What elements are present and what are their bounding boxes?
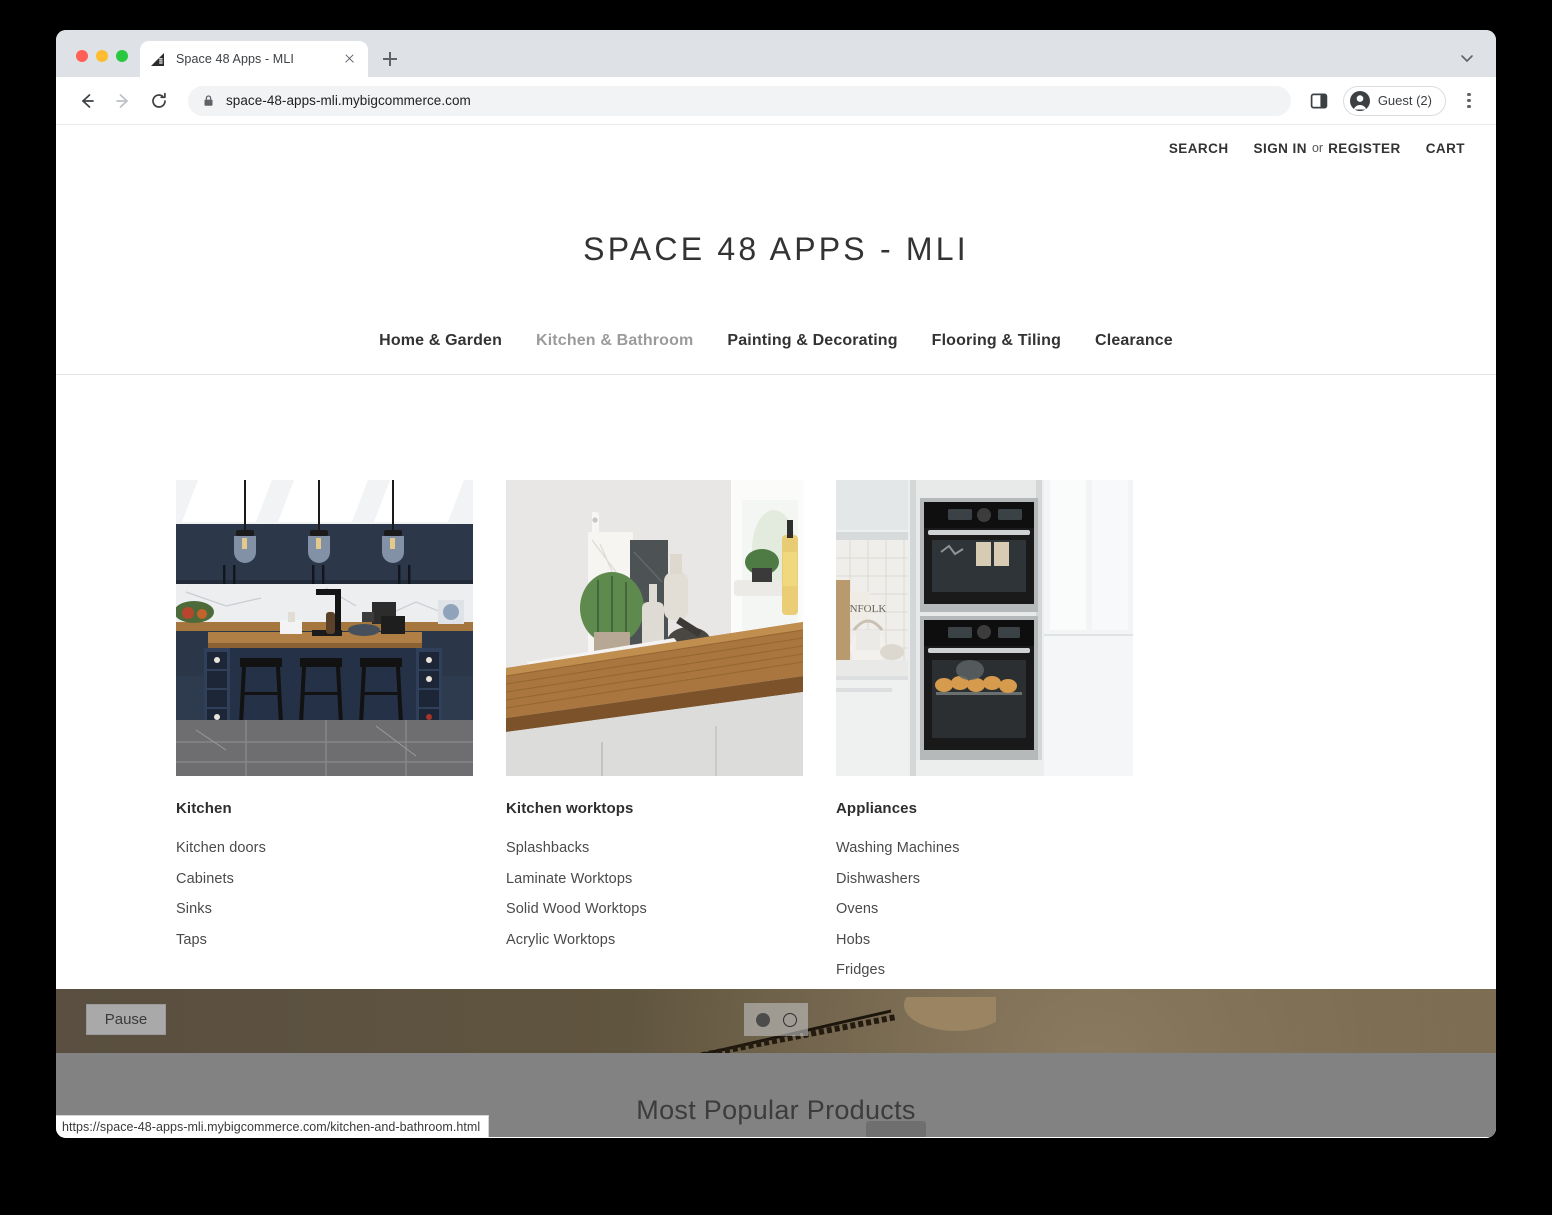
tab-title: Space 48 Apps - MLI	[176, 52, 294, 66]
mega-link-ovens[interactable]: Ovens	[836, 901, 1166, 917]
reload-button[interactable]	[144, 86, 174, 116]
store-title: SPACE 48 APPS - MLI	[583, 231, 969, 267]
maximize-window-button[interactable]	[116, 50, 128, 62]
page-viewport: Pause Most Popular Products SEARCH SIGN …	[56, 125, 1496, 1137]
mega-link-dishwashers[interactable]: Dishwashers	[836, 871, 1166, 887]
mega-column-heading: Kitchen	[176, 800, 232, 817]
avatar	[1349, 90, 1371, 112]
kitchen-interior-photo[interactable]	[176, 480, 473, 776]
store-logo[interactable]: SPACE 48 APPS - MLI	[56, 171, 1496, 286]
mega-link-cabinets[interactable]: Cabinets	[176, 871, 506, 887]
mega-link-solid-wood-worktops[interactable]: Solid Wood Worktops	[506, 901, 836, 917]
wooden-worktop-photo[interactable]	[506, 480, 803, 776]
register-link[interactable]: REGISTER	[1328, 141, 1401, 156]
side-panel-icon[interactable]	[1305, 87, 1333, 115]
mega-link-hobs[interactable]: Hobs	[836, 932, 1166, 948]
close-tab-icon[interactable]	[340, 50, 358, 68]
profile-chip[interactable]: Guest (2)	[1342, 85, 1446, 116]
forward-button[interactable]	[108, 86, 138, 116]
status-bar-link-preview: https://space-48-apps-mli.mybigcommerce.…	[56, 1115, 490, 1137]
mega-link-sinks[interactable]: Sinks	[176, 901, 506, 917]
close-window-button[interactable]	[76, 50, 88, 62]
carousel-pause-label: Pause	[104, 1011, 148, 1028]
nav-item-flooring-and-tiling[interactable]: Flooring & Tiling	[915, 332, 1078, 350]
browser-toolbar: space-48-apps-mli.mybigcommerce.com Gues…	[56, 77, 1496, 125]
cart-link[interactable]: CART	[1426, 141, 1465, 156]
mega-column-links: Kitchen doors Cabinets Sinks Taps	[176, 840, 506, 948]
carousel-knife-graphic	[697, 997, 996, 1053]
mega-menu-dropdown: Kitchen Kitchen doors Cabinets Sinks Tap…	[56, 452, 1496, 989]
mega-menu-column-kitchen: Kitchen Kitchen doors Cabinets Sinks Tap…	[176, 480, 506, 993]
browser-tab[interactable]: Space 48 Apps - MLI	[140, 41, 368, 77]
mega-menu-column-kitchen-worktops: Kitchen worktops Splashbacks Laminate Wo…	[506, 480, 836, 993]
nav-item-kitchen-and-bathroom[interactable]: Kitchen & Bathroom	[519, 332, 710, 350]
carousel-dots	[744, 1003, 808, 1036]
mega-column-links: Splashbacks Laminate Worktops Solid Wood…	[506, 840, 836, 948]
nav-item-clearance[interactable]: Clearance	[1078, 332, 1190, 350]
chevron-down-icon[interactable]	[1456, 47, 1478, 69]
carousel-dot-1[interactable]	[755, 1012, 770, 1027]
status-bar-url: https://space-48-apps-mli.mybigcommerce.…	[62, 1119, 481, 1134]
mega-column-heading: Appliances	[836, 800, 918, 817]
minimize-window-button[interactable]	[96, 50, 108, 62]
built-in-ovens-photo[interactable]: KINFOLK	[836, 480, 1133, 776]
search-link[interactable]: SEARCH	[1169, 141, 1229, 156]
mega-column-heading: Kitchen worktops	[506, 800, 634, 817]
mega-link-splashbacks[interactable]: Splashbacks	[506, 840, 836, 856]
site-header: SEARCH SIGN IN or REGISTER CART SPACE 48…	[56, 125, 1496, 375]
utility-nav: SEARCH SIGN IN or REGISTER CART	[56, 125, 1496, 171]
nav-item-painting-and-decorating[interactable]: Painting & Decorating	[710, 332, 914, 350]
carousel-dot-2[interactable]	[782, 1012, 797, 1027]
nav-item-home-and-garden[interactable]: Home & Garden	[362, 332, 519, 350]
main-navigation: Home & Garden Kitchen & Bathroom Paintin…	[56, 286, 1496, 375]
hero-carousel: Pause	[56, 989, 1496, 1053]
address-bar[interactable]: space-48-apps-mli.mybigcommerce.com	[188, 85, 1291, 116]
mega-menu-column-appliances: KINFOLK Appliances Washing Machines Dish…	[836, 480, 1166, 993]
new-tab-button[interactable]	[376, 45, 404, 73]
carousel-pause-button[interactable]: Pause	[86, 1004, 166, 1035]
browser-window: Space 48 Apps - MLI space-48-apps-mli.my…	[56, 30, 1496, 1138]
mega-link-laminate-worktops[interactable]: Laminate Worktops	[506, 871, 836, 887]
tab-strip: Space 48 Apps - MLI	[56, 30, 1496, 77]
lock-icon	[202, 94, 215, 107]
mega-link-washing-machines[interactable]: Washing Machines	[836, 840, 1166, 856]
browser-menu-icon[interactable]	[1456, 87, 1482, 115]
mega-column-links: Washing Machines Dishwashers Ovens Hobs …	[836, 840, 1166, 978]
mega-link-fridges[interactable]: Fridges	[836, 962, 1166, 978]
back-button[interactable]	[72, 86, 102, 116]
sign-in-link[interactable]: SIGN IN	[1254, 141, 1307, 156]
mega-link-acrylic-worktops[interactable]: Acrylic Worktops	[506, 932, 836, 948]
address-bar-url: space-48-apps-mli.mybigcommerce.com	[226, 93, 471, 108]
space48-logo-icon	[150, 51, 167, 68]
mega-link-taps[interactable]: Taps	[176, 932, 506, 948]
window-traffic-lights	[68, 50, 140, 77]
utility-separator: or	[1311, 141, 1324, 155]
mega-link-kitchen-doors[interactable]: Kitchen doors	[176, 840, 506, 856]
profile-label: Guest (2)	[1377, 93, 1432, 108]
product-card-peek	[866, 1121, 926, 1137]
